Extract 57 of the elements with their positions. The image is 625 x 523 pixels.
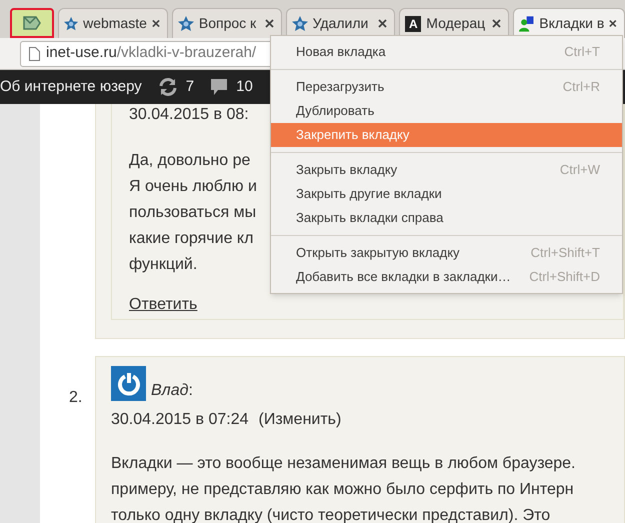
close-icon[interactable] bbox=[378, 19, 388, 28]
updates-count: 7 bbox=[186, 76, 194, 97]
menu-item-label: Открыть закрытую вкладку bbox=[296, 244, 460, 262]
star-icon bbox=[292, 16, 308, 32]
menu-item[interactable]: Закрыть вкладку Ctrl+W bbox=[271, 158, 622, 182]
comment-date: 30.04.2015 в 08: bbox=[129, 105, 249, 125]
comment-icon[interactable] bbox=[210, 78, 228, 96]
tab-title: Модерац bbox=[426, 14, 486, 33]
menu-item-label: Закрыть вкладки справа bbox=[296, 209, 444, 228]
comments-count: 10 bbox=[236, 76, 253, 97]
shortcut-text: Ctrl+Shift+D bbox=[529, 268, 600, 286]
menu-item[interactable]: Перезагрузить Ctrl+R bbox=[271, 75, 622, 99]
shortcut-text: Ctrl+R bbox=[562, 78, 600, 96]
comment-text: Да, довольно ре Я очень люблю и пользоваться мы какие горячие кл функций. bbox=[129, 151, 257, 275]
browser-tab[interactable]: Вопрос к bbox=[172, 8, 282, 38]
menu-item[interactable]: Добавить все вкладки в закладки… Ctrl+Shift+D bbox=[271, 265, 622, 289]
menu-item[interactable]: Дублировать bbox=[271, 99, 622, 123]
reply-link[interactable]: Ответить bbox=[129, 293, 198, 317]
user-icon bbox=[518, 14, 534, 32]
tab-title: Вопрос к bbox=[198, 14, 258, 33]
menu-item-label: Перезагрузить bbox=[296, 78, 384, 96]
menu-item[interactable]: Закрыть другие вкладки bbox=[271, 182, 622, 206]
list-number: 2. bbox=[69, 388, 82, 408]
menu-item[interactable]: Закрыть вкладки справа bbox=[271, 206, 622, 230]
refresh-icon[interactable] bbox=[158, 78, 178, 96]
tab-title: Вкладки в bbox=[539, 14, 604, 33]
menu-item[interactable]: Открыть закрытую вкладку Ctrl+Shift+T bbox=[271, 241, 622, 265]
avatar bbox=[111, 366, 146, 401]
close-icon[interactable] bbox=[152, 19, 160, 28]
close-icon[interactable] bbox=[264, 19, 274, 28]
browser-tab[interactable]: Удалили bbox=[286, 8, 396, 38]
close-icon[interactable] bbox=[492, 19, 501, 28]
browser-tab[interactable]: webmaste bbox=[58, 8, 168, 38]
shortcut-text: Ctrl+Shift+T bbox=[530, 244, 600, 262]
comment-text: Вкладки — это вообще незаменимая вещь в любом браузере. примеру, не представляю как можно было серфить по Интерн только одну вкладку (чисто теоретически представил). Это bbox=[111, 454, 576, 523]
comment-author: Влад: bbox=[151, 381, 193, 401]
star-icon bbox=[178, 16, 194, 32]
comment-date: 30.04.2015 в 07:24 bbox=[111, 410, 249, 430]
star-icon bbox=[64, 16, 78, 32]
page-icon bbox=[29, 46, 40, 60]
menu-item-label: Добавить все вкладки в закладки… bbox=[296, 268, 511, 286]
browser-tab[interactable]: Вкладки в bbox=[512, 8, 625, 38]
menu-item-label: Дублировать bbox=[296, 102, 374, 120]
letter-icon: A bbox=[405, 16, 422, 32]
menu-item-label: Закрепить вкладку bbox=[296, 126, 410, 144]
tab-title: Удалили bbox=[312, 14, 370, 33]
menu-item-label: Закрыть вкладку bbox=[296, 161, 398, 180]
site-title-link[interactable]: Об интернете юзеру bbox=[0, 76, 142, 98]
shortcut-text: Ctrl+W bbox=[560, 161, 600, 180]
shortcut-text: Ctrl+T bbox=[564, 43, 600, 62]
edit-link[interactable]: (Изменить) bbox=[258, 409, 342, 431]
menu-item-label: Закрыть другие вкладки bbox=[296, 185, 442, 204]
tab-title: webmaste bbox=[83, 14, 147, 33]
pinned-tab[interactable] bbox=[10, 8, 54, 38]
browser-tab[interactable]: A Модерац bbox=[399, 8, 509, 38]
close-icon[interactable] bbox=[609, 19, 617, 28]
envelope-icon bbox=[22, 16, 41, 30]
